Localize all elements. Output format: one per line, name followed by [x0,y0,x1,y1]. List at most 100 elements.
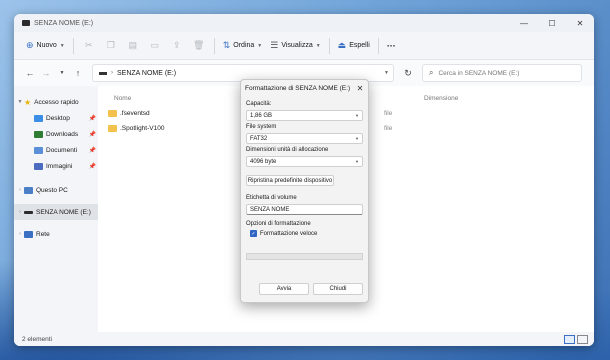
divider [328,37,330,54]
sidebar-item-label: Immagini [46,162,73,170]
search-icon: ⌕ [429,68,434,77]
chevron-right-icon[interactable]: › [16,231,24,237]
sidebar-item-label: Accesso rapido [34,98,79,106]
column-header-size[interactable]: Dimensione [424,95,458,102]
recent-locations-icon[interactable]: ▼ [54,70,70,76]
pin-icon: 📌 [88,115,96,122]
pin-icon: 📌 [88,131,96,138]
format-progress-bar [246,253,363,260]
divider [213,37,215,54]
cut-icon[interactable]: ✂ [78,36,100,56]
close-button[interactable]: Chiudi [313,283,363,295]
documents-icon [34,146,43,154]
desktop-icon [34,114,43,122]
star-icon: ★ [24,97,32,107]
refresh-icon[interactable]: ↻ [398,68,418,79]
file-name: .Spotlight-V100 [120,125,165,132]
capacity-label: Capacità: [246,101,272,107]
chevron-right-icon: › [111,70,113,76]
chevron-down-icon[interactable]: ▼ [16,99,24,105]
drive-icon [22,20,30,26]
pictures-icon [34,162,43,170]
capacity-value: 1,86 GB [250,112,273,119]
more-button[interactable]: ··· [383,36,400,56]
start-button[interactable]: Avvia [259,283,309,295]
sidebar-item-this-pc[interactable]: › Questo PC [14,182,98,198]
search-placeholder: Cerca in SENZA NOME (E:) [438,69,520,77]
allocation-select[interactable]: 4096 byte ▼ [246,156,363,167]
sidebar-item-label: Rete [36,230,50,238]
pin-icon: 📌 [88,147,96,154]
sidebar-item-documents[interactable]: Documenti 📌 [14,142,98,158]
item-count: 2 elementi [22,335,52,343]
chevron-right-icon[interactable]: › [16,187,24,193]
eject-icon: ⏏ [337,40,347,50]
sidebar-item-network[interactable]: › Rete [14,226,98,242]
maximize-button[interactable]: ☐ [538,14,566,32]
chevron-down-icon: ▼ [257,42,263,49]
dialog-title: Formattazione di SENZA NOME (E:) [245,84,351,92]
quick-format-label: Formattazione veloce [260,230,318,237]
view-icon: ☰ [270,40,279,50]
tiles-view-icon[interactable] [577,334,588,344]
restore-defaults-button[interactable]: Ripristina predefinite dispositivo [246,175,334,186]
minimize-button[interactable]: — [510,14,538,32]
window-controls: — ☐ ✕ [510,14,594,32]
sidebar-item-pictures[interactable]: Immagini 📌 [14,158,98,174]
chevron-right-icon[interactable]: › [16,209,24,215]
sidebar-item-label: Questo PC [36,186,68,194]
back-arrow-icon[interactable]: ← [22,68,38,78]
delete-icon[interactable]: 🗑 [188,36,210,56]
format-options-label: Opzioni di formattazione [246,221,311,227]
close-button[interactable]: ✕ [566,14,594,32]
sort-button[interactable]: ⇅ Ordina ▼ [219,36,267,56]
divider [72,37,74,54]
downloads-icon [34,130,43,138]
rename-icon[interactable]: ▭ [144,36,166,56]
chevron-down-icon: ▼ [59,42,65,49]
share-icon[interactable]: ⇪ [166,36,188,56]
chevron-down-icon[interactable]: ▼ [384,70,389,76]
sidebar-item-drive[interactable]: › SENZA NOME (E:) [14,204,98,220]
address-text: SENZA NOME (E:) [117,69,177,77]
chevron-down-icon: ▼ [355,159,359,164]
sidebar-item-quick-access[interactable]: ▼ ★ Accesso rapido [14,94,98,110]
computer-icon [24,186,33,194]
format-dialog: Formattazione di SENZA NOME (E:) ✕ Capac… [240,79,369,303]
drive-icon [24,210,33,214]
close-icon[interactable]: ✕ [352,84,368,93]
chevron-down-icon: ▼ [355,136,359,141]
divider [377,37,379,54]
search-input[interactable]: ⌕ Cerca in SENZA NOME (E:) [422,64,582,82]
copy-icon[interactable]: ❐ [100,36,122,56]
pin-icon: 📌 [88,163,96,170]
chevron-down-icon: ▼ [355,113,359,118]
capacity-select[interactable]: 1,86 GB ▼ [246,110,363,121]
view-label: Visualizza [281,42,313,49]
dialog-footer: Avvia Chiudi [241,276,368,302]
forward-arrow-icon[interactable]: → [38,68,54,78]
quick-format-checkbox[interactable]: ✓ Formattazione veloce [250,230,363,237]
view-switcher [562,334,588,344]
volume-label-label: Etichetta di volume [246,195,297,201]
sidebar-item-label: SENZA NOME (E:) [36,208,91,216]
new-button[interactable]: ⊕ Nuovo ▼ [22,36,69,56]
title-bar: SENZA NOME (E:) — ☐ ✕ [14,14,594,32]
dialog-title-bar: Formattazione di SENZA NOME (E:) ✕ [241,80,368,96]
sidebar-item-downloads[interactable]: Downloads 📌 [14,126,98,142]
navigation-pane: ▼ ★ Accesso rapido Desktop 📌 Downloads 📌… [14,86,98,332]
view-button[interactable]: ☰ Visualizza ▼ [266,36,324,56]
up-arrow-icon[interactable]: ↑ [70,68,86,78]
paste-icon[interactable]: ▤ [122,36,144,56]
volume-label-input[interactable]: SENZA NOME [246,204,363,215]
sort-label: Ordina [233,42,255,49]
folder-icon [108,125,117,132]
file-system-select[interactable]: FAT32 ▼ [246,133,363,144]
file-name: .fseventsd [120,110,150,117]
eject-button[interactable]: ⏏ Espelli [334,36,374,56]
sidebar-item-label: Documenti [46,146,78,154]
sidebar-item-desktop[interactable]: Desktop 📌 [14,110,98,126]
status-bar: 2 elementi [14,332,594,346]
details-view-icon[interactable] [564,334,575,344]
